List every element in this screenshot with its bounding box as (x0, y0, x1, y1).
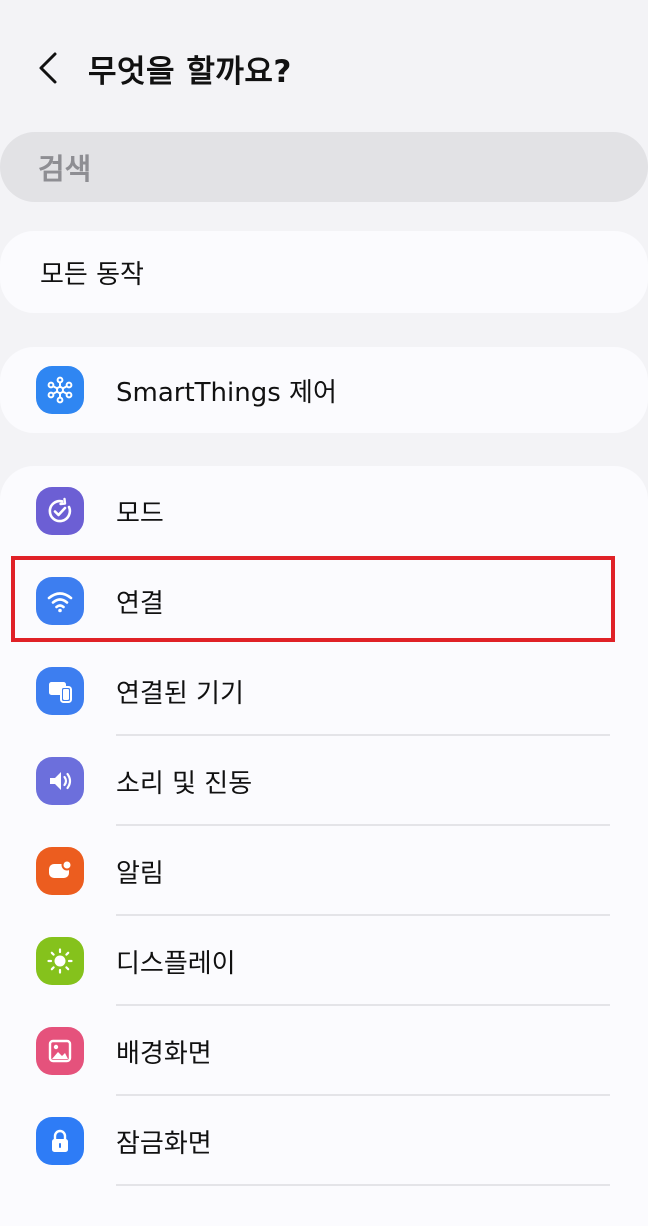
list-item-notifications[interactable]: 알림 (0, 826, 648, 916)
list-item-connected-devices[interactable]: 연결된 기기 (0, 646, 648, 736)
wallpaper-icon (36, 1027, 84, 1075)
chevron-left-icon (39, 52, 57, 84)
list-item-lock-screen[interactable]: 잠금화면 (0, 1096, 648, 1186)
back-button[interactable] (8, 30, 88, 106)
list-item-label: 배경화면 (116, 1038, 212, 1069)
page-title: 무엇을 할까요? (88, 53, 292, 90)
list-item-label: 잠금화면 (116, 1128, 212, 1159)
smartthings-label: SmartThings 제어 (116, 377, 337, 408)
header: 무엇을 할까요? (0, 30, 648, 106)
list-item-label: 디스플레이 (116, 948, 236, 979)
list-item-display[interactable]: 디스플레이 (0, 916, 648, 1006)
modes-icon (36, 487, 84, 535)
volume-icon (36, 757, 84, 805)
list-item-label: 연결된 기기 (116, 678, 244, 709)
highlight-box (11, 556, 615, 642)
smartthings-icon (36, 366, 84, 414)
list-item-label: 소리 및 진동 (116, 768, 253, 799)
list-item-wallpaper[interactable]: 배경화면 (0, 1006, 648, 1096)
lock-icon (36, 1117, 84, 1165)
smartthings-control-item[interactable]: SmartThings 제어 (0, 347, 648, 433)
list-item: SmartThings 제어 (0, 347, 648, 433)
divider (116, 1184, 610, 1186)
search-placeholder: 검색 (38, 152, 92, 186)
all-actions-button[interactable]: 모든 동작 (0, 231, 648, 313)
sun-icon (36, 937, 84, 985)
connected-devices-icon (36, 667, 84, 715)
list-item-modes[interactable]: 모드 (0, 466, 648, 556)
notification-icon (36, 847, 84, 895)
list-item-sound[interactable]: 소리 및 진동 (0, 736, 648, 826)
search-input[interactable]: 검색 (0, 132, 648, 202)
list-item-label: 알림 (116, 858, 164, 889)
list-item-label: 모드 (116, 498, 164, 529)
all-actions-label: 모든 동작 (40, 259, 144, 290)
